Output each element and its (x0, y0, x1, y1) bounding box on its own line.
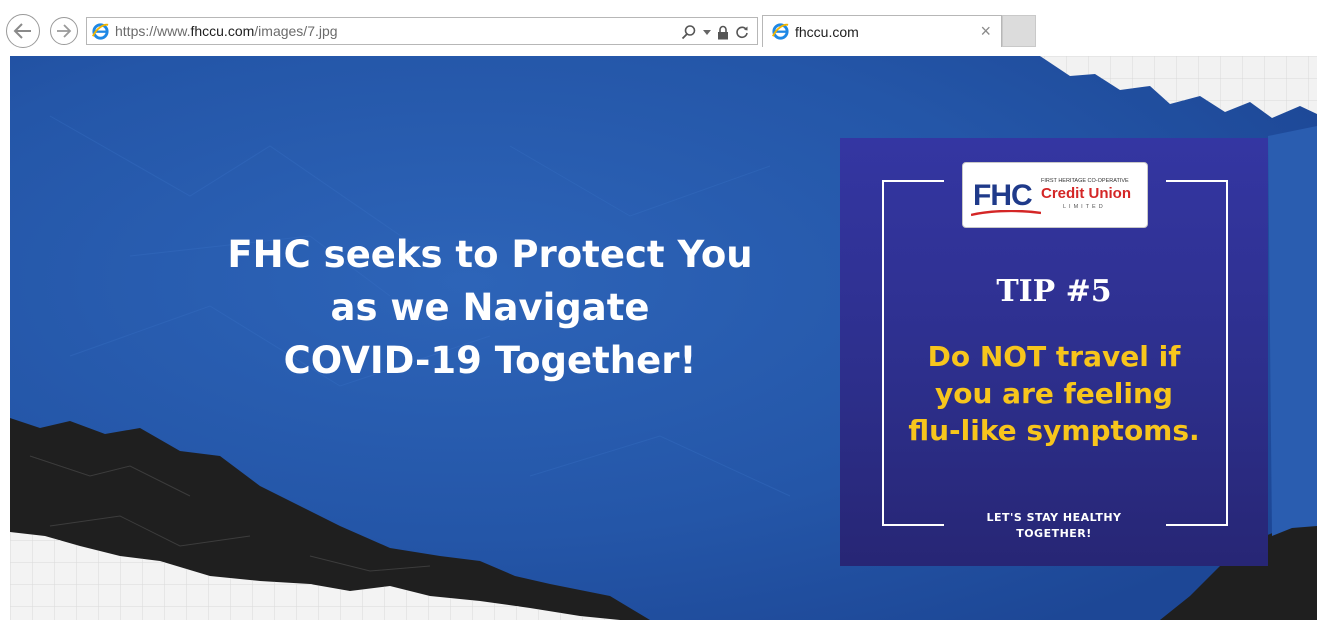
tip-line-2: you are feeling (935, 377, 1173, 410)
logo-swoosh (970, 203, 1042, 222)
url-prefix: https://www. (115, 23, 191, 39)
url-path: /images/7.jpg (254, 23, 338, 39)
browser-toolbar: https://www.fhccu.com/images/7.jpg fhccu… (0, 0, 1317, 56)
dropdown-icon[interactable] (703, 28, 711, 36)
search-icon[interactable] (681, 24, 697, 40)
headline-line-3: COVID-19 Together! (283, 339, 697, 382)
refresh-icon[interactable] (735, 25, 749, 39)
tip-footer: LET'S STAY HEALTHY TOGETHER! (840, 510, 1268, 542)
headline-line-1: FHC seeks to Protect You (227, 233, 753, 276)
url-text[interactable]: https://www.fhccu.com/images/7.jpg (115, 23, 338, 39)
tab-fhccu[interactable]: fhccu.com × (762, 15, 1002, 47)
lock-icon[interactable] (717, 25, 729, 40)
tab-close-button[interactable]: × (980, 21, 991, 42)
fhc-logo: FHC FIRST HERITAGE CO-OPERATIVE Credit U… (962, 162, 1148, 228)
headline-line-2: as we Navigate (330, 286, 650, 329)
tip-card: FHC FIRST HERITAGE CO-OPERATIVE Credit U… (840, 138, 1268, 566)
tab-ie-icon (771, 22, 790, 41)
tip-text: Do NOT travel if you are feeling flu-lik… (840, 338, 1268, 449)
tip-line-3: flu-like symptoms. (908, 414, 1200, 447)
new-tab-button[interactable] (1002, 15, 1036, 47)
ie-icon (91, 22, 110, 41)
tip-title: TIP #5 (996, 274, 1112, 309)
back-button[interactable] (6, 14, 40, 48)
tab-title: fhccu.com (795, 24, 859, 40)
footer-line-2: TOGETHER! (1016, 527, 1092, 540)
frame-top-right (1166, 180, 1228, 182)
logo-name: Credit Union (1041, 185, 1131, 202)
logo-suffix: LIMITED (1063, 204, 1106, 210)
headline: FHC seeks to Protect You as we Navigate … (160, 228, 820, 387)
footer-line-1: LET'S STAY HEALTHY (986, 511, 1122, 524)
url-domain: fhccu.com (190, 23, 255, 39)
tip-line-1: Do NOT travel if (927, 340, 1181, 373)
frame-top-left (882, 180, 944, 182)
displayed-image: FHC seeks to Protect You as we Navigate … (10, 56, 1317, 620)
logo-small-text: FIRST HERITAGE CO-OPERATIVE (1041, 178, 1129, 184)
address-bar[interactable]: https://www.fhccu.com/images/7.jpg (86, 17, 758, 45)
forward-button[interactable] (50, 17, 78, 45)
